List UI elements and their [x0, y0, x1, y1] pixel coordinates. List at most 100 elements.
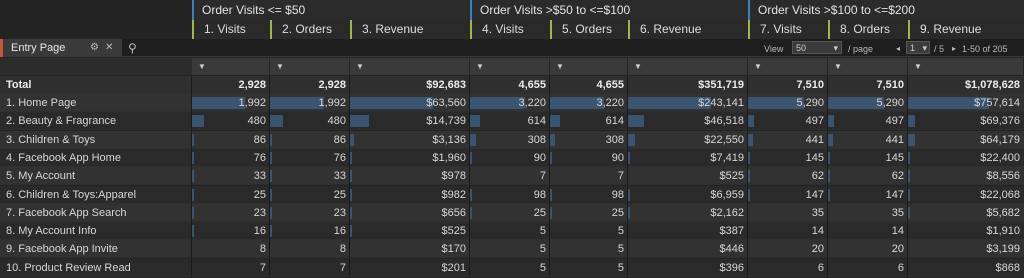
column-divider — [349, 148, 350, 167]
column-divider — [469, 167, 470, 186]
column-divider — [827, 94, 828, 112]
metric-value: $3,136 — [432, 133, 466, 146]
table-row[interactable]: 7. Facebook App Search 23 23 $656 25 25 $2,162… — [0, 203, 1024, 222]
row-label[interactable]: 4. Facebook App Home — [0, 149, 192, 167]
metric-value: 441 — [885, 133, 904, 146]
column-divider — [269, 222, 270, 241]
column-divider — [747, 112, 748, 131]
column-divider — [907, 130, 908, 149]
group-header-3[interactable]: Order Visits >$100 to <=$200 — [748, 0, 1024, 20]
prev-page-icon[interactable]: ◂ — [896, 40, 900, 58]
metric-value: 16 — [253, 225, 266, 238]
metric-value: 1,992 — [318, 97, 346, 109]
sort-metric-2[interactable]: ▼ — [270, 58, 350, 75]
sort-metric-4[interactable]: ▼ — [470, 58, 550, 75]
rows-per-page-select[interactable]: 50 ▾ — [792, 41, 842, 54]
result-range: 1-50 of 205 — [962, 44, 1008, 54]
row-label[interactable]: 1. Home Page — [0, 94, 192, 112]
table-row[interactable]: 4. Facebook App Home 76 76 $1,960 90 90 $7,419… — [0, 148, 1024, 167]
metric-value: $22,550 — [704, 133, 744, 146]
row-label[interactable]: Total — [0, 76, 192, 94]
metric-value: 5 — [539, 225, 546, 238]
row-label[interactable]: 3. Children & Toys — [0, 131, 192, 149]
column-divider — [469, 112, 470, 131]
metric-header-6[interactable]: 6. Revenue — [628, 20, 748, 39]
row-label[interactable]: 6. Children & Toys:Apparel — [0, 186, 192, 204]
dimension-tab[interactable]: Entry Page — [0, 39, 122, 57]
column-divider — [549, 222, 550, 241]
column-divider — [469, 76, 470, 94]
sort-dimension[interactable]: ▼ — [192, 58, 270, 75]
table-row[interactable]: 10. Product Review Read 7 7 $201 5 5 $396 6 6 $86… — [0, 258, 1024, 277]
sort-metric-5[interactable]: ▼ — [550, 58, 628, 75]
metric-value: 6 — [897, 261, 904, 274]
sort-metric-3[interactable]: ▼ — [350, 58, 470, 75]
sort-metric-7[interactable]: ▼ — [748, 58, 828, 75]
total-row[interactable]: Total 2,928 2,928 $92,683 4,655 4,655 $351,719… — [0, 76, 1024, 94]
page-number-select[interactable]: 1 ▾ — [906, 41, 930, 54]
metric-value: 614 — [527, 115, 546, 128]
metric-header-9[interactable]: 9. Revenue — [908, 20, 1024, 39]
column-divider — [747, 167, 748, 186]
row-label[interactable]: 2. Beauty & Fragrance — [0, 112, 192, 130]
table-row[interactable]: 2. Beauty & Fragrance 480 480 $14,739 614 614… — [0, 112, 1024, 131]
column-divider — [349, 112, 350, 131]
column-divider — [549, 258, 550, 277]
column-divider — [827, 130, 828, 149]
group-header-2[interactable]: Order Visits >$50 to <=$100 — [470, 0, 748, 20]
next-page-icon[interactable]: ▸ — [952, 40, 956, 58]
metric-header-3[interactable]: 3. Revenue — [350, 20, 470, 39]
table-row[interactable]: 8. My Account Info 16 16 $525 5 5 $387 14 14 $1,9… — [0, 222, 1024, 241]
close-icon[interactable]: ✕ — [105, 39, 113, 57]
metric-value: 7 — [339, 261, 346, 274]
metric-value: 62 — [811, 170, 824, 183]
column-divider — [549, 203, 550, 222]
column-divider — [349, 222, 350, 241]
sort-metric-9[interactable]: ▼ — [908, 58, 1024, 75]
metric-value: 147 — [885, 188, 904, 201]
column-divider — [469, 222, 470, 241]
search-icon[interactable]: ⚲ — [128, 39, 137, 57]
metric-value: $5,682 — [986, 206, 1020, 219]
table-row[interactable]: 6. Children & Toys:Apparel 25 25 $982 98 98 $6… — [0, 185, 1024, 204]
row-label[interactable]: 7. Facebook App Search — [0, 204, 192, 222]
column-divider — [469, 94, 470, 112]
metric-value: 76 — [333, 151, 346, 164]
metric-value: $69,376 — [980, 115, 1020, 128]
metric-header-5[interactable]: 5. Orders — [550, 20, 628, 39]
row-label[interactable]: 10. Product Review Read — [0, 259, 192, 277]
metric-header-8[interactable]: 8. Orders — [828, 20, 908, 39]
column-divider — [269, 203, 270, 222]
column-divider — [627, 76, 628, 94]
table-row[interactable]: 3. Children & Toys 86 86 $3,136 308 308 $22,55… — [0, 130, 1024, 149]
metric-header-4[interactable]: 4. Visits — [470, 20, 550, 39]
column-divider — [627, 94, 628, 112]
row-label[interactable]: 8. My Account Info — [0, 222, 192, 240]
metric-header-2[interactable]: 2. Orders — [270, 20, 350, 39]
column-divider — [269, 167, 270, 186]
column-divider — [907, 167, 908, 186]
metric-header-7[interactable]: 7. Visits — [748, 20, 828, 39]
metric-value: $396 — [719, 261, 744, 274]
metric-value: $243,141 — [698, 97, 744, 109]
metric-value: 4,655 — [596, 79, 624, 91]
column-divider — [747, 258, 748, 277]
table-row[interactable]: 1. Home Page 1,992 1,992 $63,560 3,220 3,220 $… — [0, 94, 1024, 112]
sort-metric-8[interactable]: ▼ — [828, 58, 908, 75]
row-label[interactable]: 5. My Account — [0, 167, 192, 185]
metric-value: 25 — [253, 188, 266, 201]
metric-value: $8,556 — [986, 170, 1020, 183]
metric-value: 7 — [259, 261, 266, 274]
settings-icon[interactable]: ⚙ — [90, 39, 99, 57]
column-divider — [349, 185, 350, 204]
metric-value: $525 — [719, 170, 744, 183]
row-label[interactable]: 9. Facebook App Invite — [0, 240, 192, 258]
metric-value: 35 — [811, 206, 824, 219]
table-row[interactable]: 5. My Account 33 33 $978 7 7 $525 62 62 $8,556 — [0, 167, 1024, 186]
column-divider — [747, 94, 748, 112]
group-header-1[interactable]: Order Visits <= $50 — [192, 0, 470, 20]
column-divider — [349, 130, 350, 149]
table-row[interactable]: 9. Facebook App Invite 8 8 $170 5 5 $446 20 20 $3… — [0, 240, 1024, 259]
sort-metric-6[interactable]: ▼ — [628, 58, 748, 75]
metric-header-1[interactable]: 1. Visits — [192, 20, 270, 39]
